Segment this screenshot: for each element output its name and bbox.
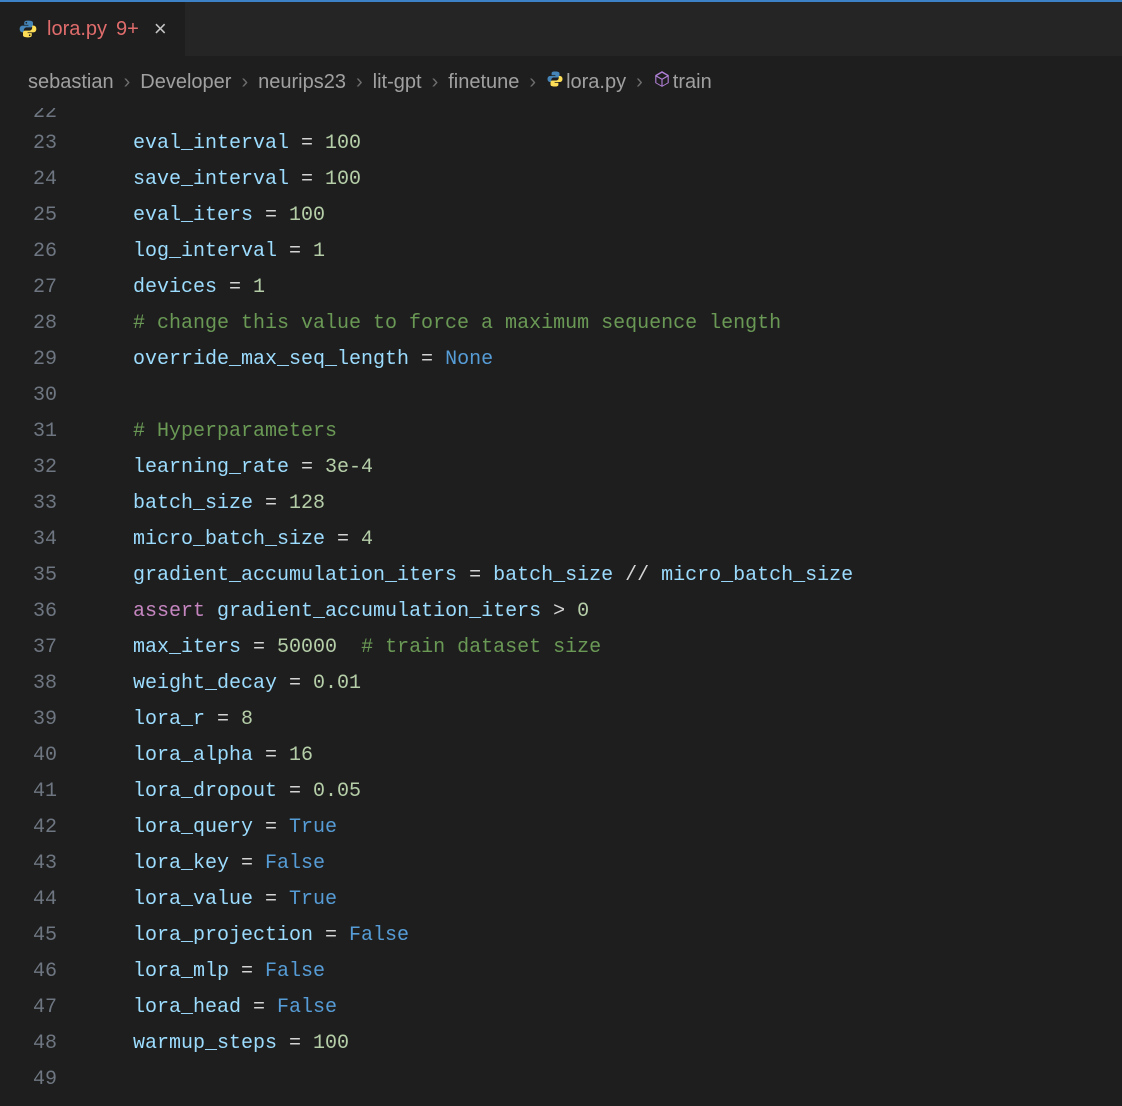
code-line[interactable]: assert gradient_accumulation_iters > 0 xyxy=(85,594,1122,630)
code-editor[interactable]: 2223242526272829303132333435363738394041… xyxy=(0,108,1122,1098)
line-number: 42 xyxy=(0,810,57,846)
code-line[interactable]: lora_key = False xyxy=(85,846,1122,882)
line-number: 39 xyxy=(0,702,57,738)
code-line[interactable]: lora_head = False xyxy=(85,990,1122,1026)
code-line[interactable]: lora_alpha = 16 xyxy=(85,738,1122,774)
chevron-right-icon: › xyxy=(529,71,536,94)
code-line[interactable] xyxy=(85,378,1122,414)
breadcrumb: sebastian › Developer › neurips23 › lit-gpt › fi… xyxy=(0,56,1122,108)
code-line[interactable] xyxy=(85,1062,1122,1098)
tab-bar: lora.py 9+ × xyxy=(0,0,1122,56)
line-number: 33 xyxy=(0,486,57,522)
code-line[interactable]: warmup_steps = 100 xyxy=(85,1026,1122,1062)
line-number: 26 xyxy=(0,234,57,270)
code-line[interactable]: micro_batch_size = 4 xyxy=(85,522,1122,558)
code-line[interactable]: max_iters = 50000 # train dataset size xyxy=(85,630,1122,666)
line-number: 32 xyxy=(0,450,57,486)
code-line[interactable]: lora_r = 8 xyxy=(85,702,1122,738)
line-number: 28 xyxy=(0,306,57,342)
line-number: 45 xyxy=(0,918,57,954)
code-line[interactable]: lora_query = True xyxy=(85,810,1122,846)
breadcrumb-item[interactable]: Developer xyxy=(140,71,231,94)
breadcrumb-item[interactable]: sebastian xyxy=(28,71,114,94)
line-number: 29 xyxy=(0,342,57,378)
line-number: 38 xyxy=(0,666,57,702)
line-number-gutter: 2223242526272829303132333435363738394041… xyxy=(0,108,85,1098)
line-number: 36 xyxy=(0,594,57,630)
line-number: 47 xyxy=(0,990,57,1026)
code-line[interactable]: lora_mlp = False xyxy=(85,954,1122,990)
code-line[interactable]: gradient_accumulation_iters = batch_size… xyxy=(85,558,1122,594)
line-number: 43 xyxy=(0,846,57,882)
breadcrumb-item[interactable]: finetune xyxy=(448,71,519,94)
breadcrumb-item[interactable]: lit-gpt xyxy=(373,71,422,94)
chevron-right-icon: › xyxy=(241,71,248,94)
line-number: 35 xyxy=(0,558,57,594)
chevron-right-icon: › xyxy=(356,71,363,94)
code-line[interactable]: devices = 1 xyxy=(85,270,1122,306)
close-icon[interactable]: × xyxy=(154,16,167,42)
tab-active[interactable]: lora.py 9+ × xyxy=(0,2,186,56)
line-number: 30 xyxy=(0,378,57,414)
code-line[interactable]: eval_interval = 100 xyxy=(85,126,1122,162)
line-number: 25 xyxy=(0,198,57,234)
line-number: 23 xyxy=(0,126,57,162)
breadcrumb-item[interactable]: neurips23 xyxy=(258,71,346,94)
line-number: 40 xyxy=(0,738,57,774)
breadcrumb-item[interactable]: lora.py xyxy=(546,70,626,94)
python-icon xyxy=(18,19,38,39)
symbol-method-icon xyxy=(653,70,671,88)
line-number: 27 xyxy=(0,270,57,306)
code-line[interactable]: eval_iters = 100 xyxy=(85,198,1122,234)
line-number: 34 xyxy=(0,522,57,558)
code-line[interactable]: override_max_seq_length = None xyxy=(85,342,1122,378)
code-line[interactable]: lora_projection = False xyxy=(85,918,1122,954)
line-number: 24 xyxy=(0,162,57,198)
code-line[interactable]: log_interval = 1 xyxy=(85,234,1122,270)
tab-modified-badge: 9+ xyxy=(116,18,139,41)
chevron-right-icon: › xyxy=(636,71,643,94)
code-line[interactable]: learning_rate = 3e-4 xyxy=(85,450,1122,486)
line-number: 37 xyxy=(0,630,57,666)
line-number: 44 xyxy=(0,882,57,918)
line-number: 48 xyxy=(0,1026,57,1062)
code-line[interactable]: # change this value to force a maximum s… xyxy=(85,306,1122,342)
python-icon xyxy=(546,70,564,88)
code-line[interactable]: lora_dropout = 0.05 xyxy=(85,774,1122,810)
code-line[interactable]: weight_decay = 0.01 xyxy=(85,666,1122,702)
tab-title: lora.py xyxy=(47,18,107,41)
line-number: 31 xyxy=(0,414,57,450)
code-content[interactable]: eval_interval = 100save_interval = 100ev… xyxy=(85,108,1122,1098)
line-number: 22 xyxy=(0,108,57,126)
chevron-right-icon: › xyxy=(432,71,439,94)
code-line[interactable] xyxy=(85,108,1122,126)
code-line[interactable]: lora_value = True xyxy=(85,882,1122,918)
code-line[interactable]: batch_size = 128 xyxy=(85,486,1122,522)
line-number: 46 xyxy=(0,954,57,990)
breadcrumb-item[interactable]: train xyxy=(653,70,712,94)
line-number: 49 xyxy=(0,1062,57,1098)
chevron-right-icon: › xyxy=(124,71,131,94)
code-line[interactable]: save_interval = 100 xyxy=(85,162,1122,198)
line-number: 41 xyxy=(0,774,57,810)
code-line[interactable]: # Hyperparameters xyxy=(85,414,1122,450)
